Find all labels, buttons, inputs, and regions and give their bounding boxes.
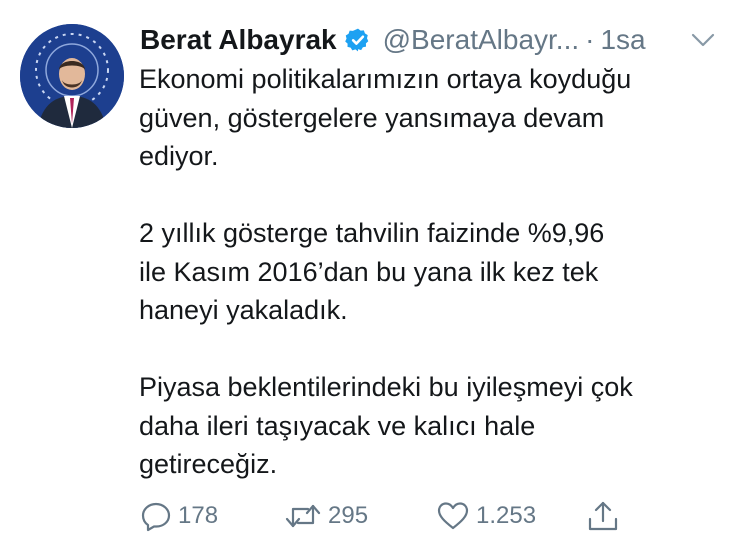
retweet-count: 295 [328,502,369,529]
reply-icon [141,502,171,532]
reply-button[interactable]: 178 [140,496,218,536]
tweet-paragraph: Piyasa beklentilerindeki bu iyileşmeyi ç… [139,372,633,479]
separator-dot: · [585,24,595,55]
chevron-down-icon[interactable] [690,30,716,50]
tweet-text: Ekonomi politikalarımızın ortaya koyduğu… [139,60,719,484]
tweet-timestamp[interactable]: 1sa [600,24,645,56]
like-count: 1.253 [476,502,537,529]
retweet-icon [285,504,321,528]
retweet-button[interactable]: 295 [284,496,368,536]
avatar[interactable] [20,24,124,128]
tweet-header: Berat Albayrak @BeratAlbayr... · 1sa [140,22,720,58]
verified-badge-icon [344,28,368,52]
heart-icon [437,502,469,530]
share-icon [588,501,618,531]
tweet-paragraph: 2 yıllık gösterge tahvilin faizinde %9,9… [139,218,605,325]
reply-count: 178 [178,502,219,529]
author-name[interactable]: Berat Albayrak [140,24,337,56]
share-button[interactable] [586,496,620,536]
like-button[interactable]: 1.253 [436,496,536,536]
tweet-actions: 178 295 1.253 [140,496,730,536]
tweet-paragraph: Ekonomi politikalarımızın ortaya koyduğu… [139,64,632,171]
author-handle[interactable]: @BeratAlbayr... [383,24,580,56]
